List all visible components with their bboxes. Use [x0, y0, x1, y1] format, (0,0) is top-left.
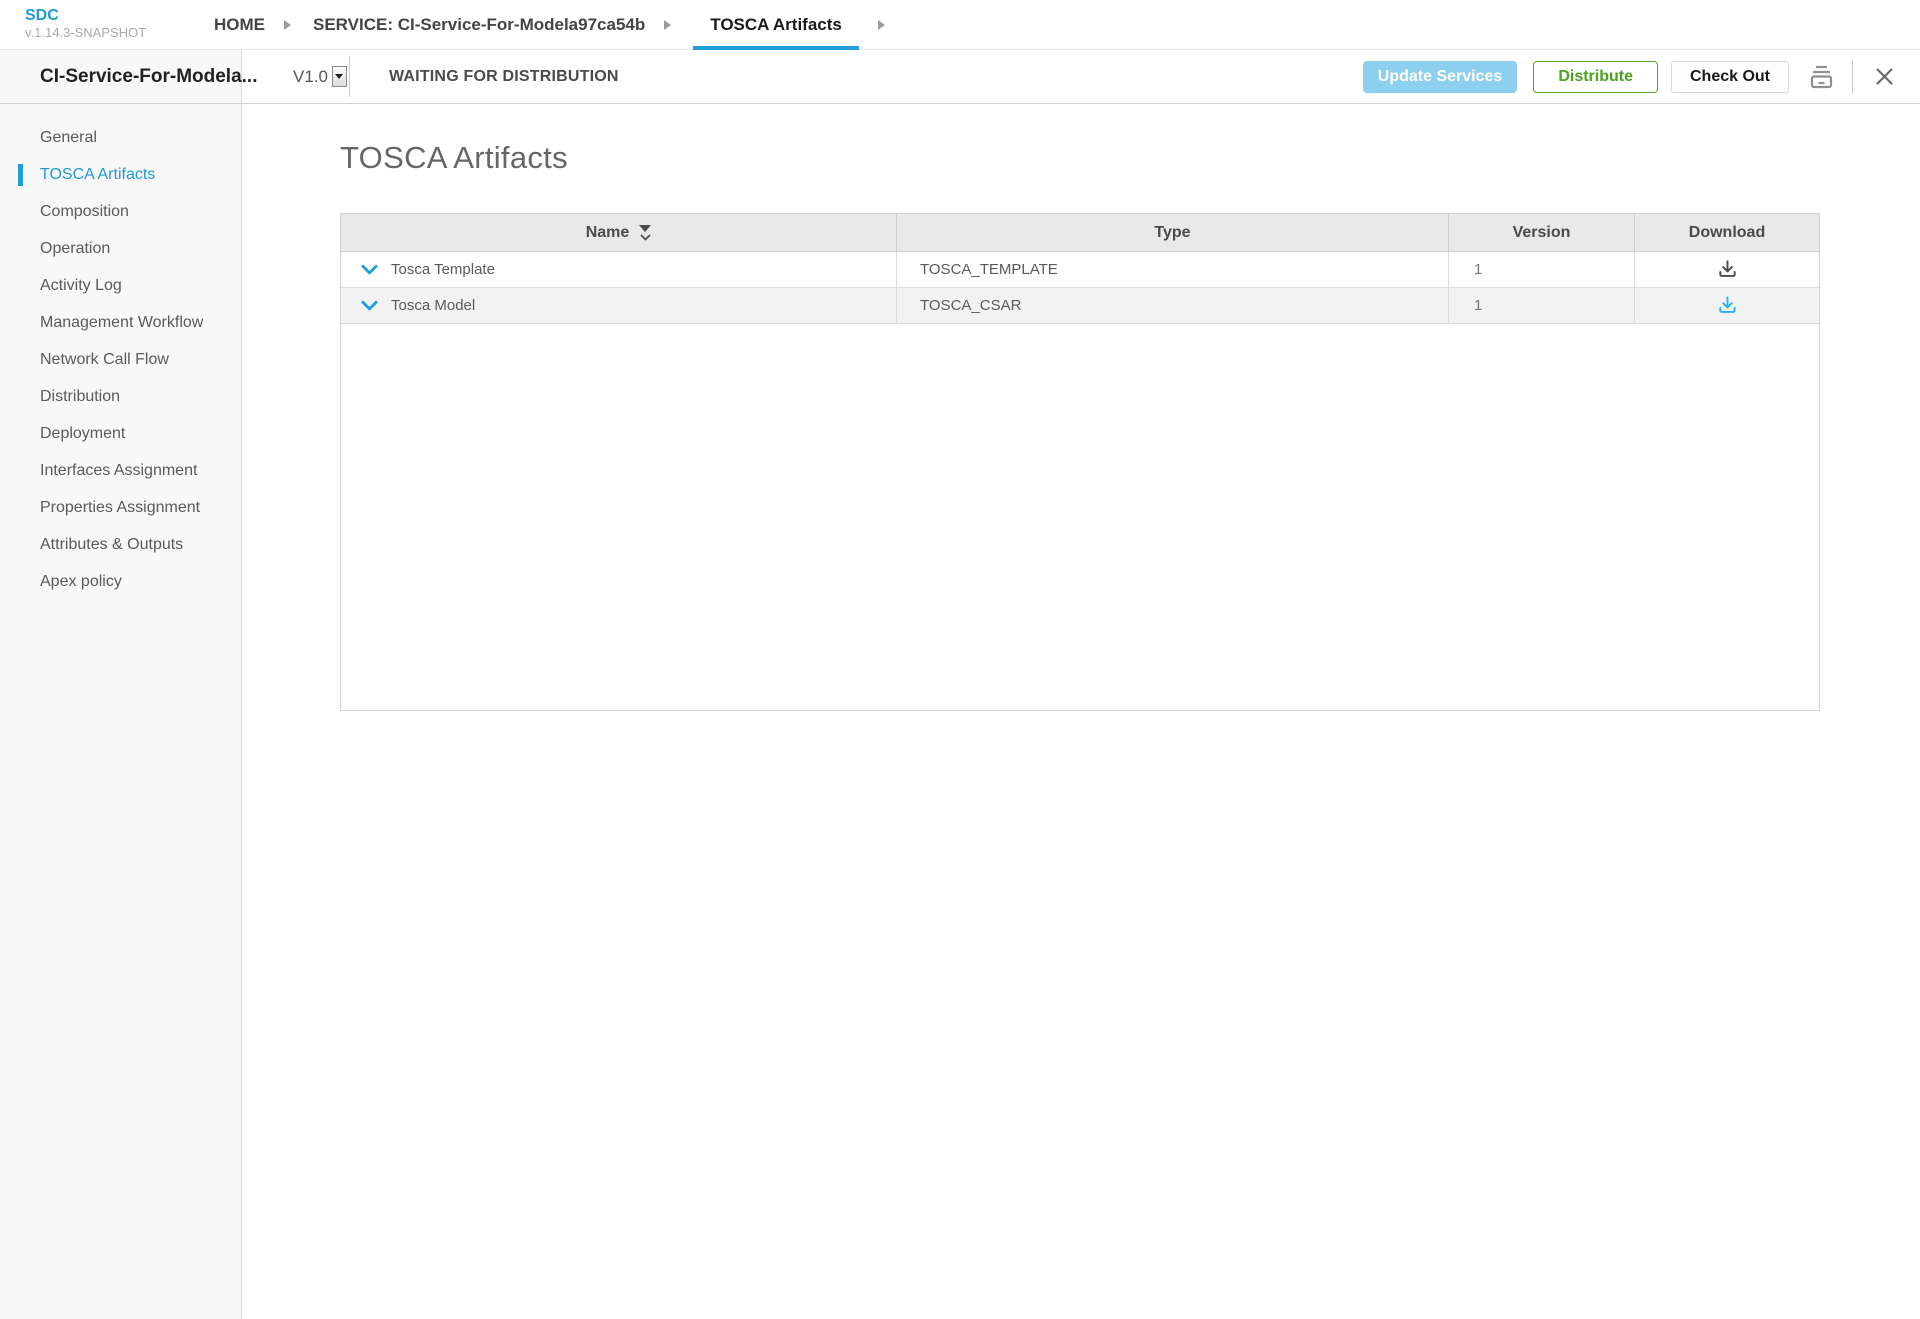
check-out-button[interactable]: Check Out	[1671, 61, 1789, 93]
tosca-artifacts-table: Name Type Version Download Tosc	[340, 213, 1820, 711]
column-header-version-label: Version	[1513, 224, 1571, 242]
download-icon	[1716, 258, 1739, 281]
header-divider	[349, 56, 350, 97]
column-header-type: Type	[897, 214, 1449, 251]
column-header-name[interactable]: Name	[341, 214, 897, 251]
breadcrumb-service[interactable]: SERVICE: CI-Service-For-Modela97ca54b	[313, 0, 645, 50]
sidebar-item-apex-policy[interactable]: Apex policy	[0, 563, 241, 600]
sidebar-item-distribution[interactable]: Distribution	[0, 378, 241, 415]
sidebar-item-management-workflow[interactable]: Management Workflow	[0, 304, 241, 341]
artifact-version: 1	[1474, 261, 1482, 278]
artifact-type-cell: TOSCA_TEMPLATE	[897, 252, 1449, 287]
artifact-name: Tosca Model	[391, 297, 475, 314]
download-icon	[1716, 294, 1739, 317]
update-services-button[interactable]: Update Services	[1363, 61, 1518, 93]
artifact-download-cell	[1635, 288, 1819, 323]
column-header-download: Download	[1635, 214, 1819, 251]
app-version: v.1.14.3-SNAPSHOT	[25, 25, 146, 41]
lifecycle-status-label: WAITING FOR DISTRIBUTION	[389, 50, 619, 103]
artifact-name: Tosca Template	[391, 261, 495, 278]
breadcrumb-home[interactable]: HOME	[214, 0, 265, 50]
artifact-type: TOSCA_TEMPLATE	[920, 261, 1058, 278]
expand-row-button[interactable]	[361, 300, 378, 312]
chevron-down-icon	[361, 300, 378, 312]
sidebar-item-network-call-flow[interactable]: Network Call Flow	[0, 341, 241, 378]
version-selector[interactable]: V1.0	[293, 50, 347, 103]
table-row: Tosca Template TOSCA_TEMPLATE 1	[341, 252, 1819, 288]
sort-funnel-shape	[639, 225, 651, 232]
expand-row-button[interactable]	[361, 264, 378, 276]
table-header-row: Name Type Version Download	[341, 214, 1819, 252]
breadcrumb-arrow-icon	[664, 20, 671, 30]
version-dropdown-button[interactable]	[332, 66, 347, 87]
artifact-download-cell	[1635, 252, 1819, 287]
sidebar-item-operation[interactable]: Operation	[0, 230, 241, 267]
sidebar-item-activity-log[interactable]: Activity Log	[0, 267, 241, 304]
breadcrumb: HOME SERVICE: CI-Service-For-Modela97ca5…	[214, 0, 907, 50]
logo-text: SDC	[25, 7, 146, 25]
sort-chevron-down-icon	[640, 234, 651, 241]
artifact-name-cell: Tosca Model	[341, 288, 897, 323]
distribute-button[interactable]: Distribute	[1533, 61, 1658, 93]
chevron-down-icon	[361, 264, 378, 276]
sidebar-item-deployment[interactable]: Deployment	[0, 415, 241, 452]
column-header-name-label: Name	[586, 224, 630, 242]
sidebar-item-tosca-artifacts[interactable]: TOSCA Artifacts	[0, 156, 241, 193]
artifact-name-cell: Tosca Template	[341, 252, 897, 287]
artifact-type-cell: TOSCA_CSAR	[897, 288, 1449, 323]
sidebar-item-interfaces-assignment[interactable]: Interfaces Assignment	[0, 452, 241, 489]
sdc-logo[interactable]: SDC v.1.14.3-SNAPSHOT	[25, 7, 146, 41]
artifact-type: TOSCA_CSAR	[920, 297, 1021, 314]
header-actions: Update Services Distribute Check Out	[1363, 50, 1920, 103]
service-header-bar: CI-Service-For-Modela... V1.0 WAITING FO…	[0, 50, 1920, 104]
sort-icon	[639, 225, 651, 241]
sidebar-item-properties-assignment[interactable]: Properties Assignment	[0, 489, 241, 526]
service-name: CI-Service-For-Modela...	[40, 66, 258, 88]
header-divider	[1852, 60, 1853, 94]
print-icon	[1808, 64, 1835, 89]
chevron-down-icon	[335, 74, 343, 79]
sidebar-item-general[interactable]: General	[0, 119, 241, 156]
close-button[interactable]	[1875, 67, 1894, 86]
column-header-download-label: Download	[1689, 224, 1765, 242]
sidebar-item-attributes-outputs[interactable]: Attributes & Outputs	[0, 526, 241, 563]
sidebar: General TOSCA Artifacts Composition Oper…	[0, 104, 242, 1319]
table-row: Tosca Model TOSCA_CSAR 1	[341, 288, 1819, 324]
top-nav: SDC v.1.14.3-SNAPSHOT HOME SERVICE: CI-S…	[0, 0, 1920, 50]
column-header-type-label: Type	[1154, 224, 1190, 242]
close-icon	[1875, 67, 1894, 86]
page-title: TOSCA Artifacts	[340, 140, 568, 176]
artifact-version: 1	[1474, 297, 1482, 314]
breadcrumb-tosca-artifacts[interactable]: TOSCA Artifacts	[693, 0, 859, 50]
download-button[interactable]	[1716, 294, 1739, 317]
artifact-version-cell: 1	[1449, 252, 1635, 287]
column-header-version: Version	[1449, 214, 1635, 251]
sidebar-header: CI-Service-For-Modela...	[0, 50, 242, 103]
version-selected-value: V1.0	[293, 67, 328, 87]
artifact-version-cell: 1	[1449, 288, 1635, 323]
print-button[interactable]	[1808, 64, 1835, 89]
breadcrumb-arrow-icon	[878, 20, 885, 30]
breadcrumb-arrow-icon	[284, 20, 291, 30]
download-button[interactable]	[1716, 258, 1739, 281]
sidebar-item-composition[interactable]: Composition	[0, 193, 241, 230]
